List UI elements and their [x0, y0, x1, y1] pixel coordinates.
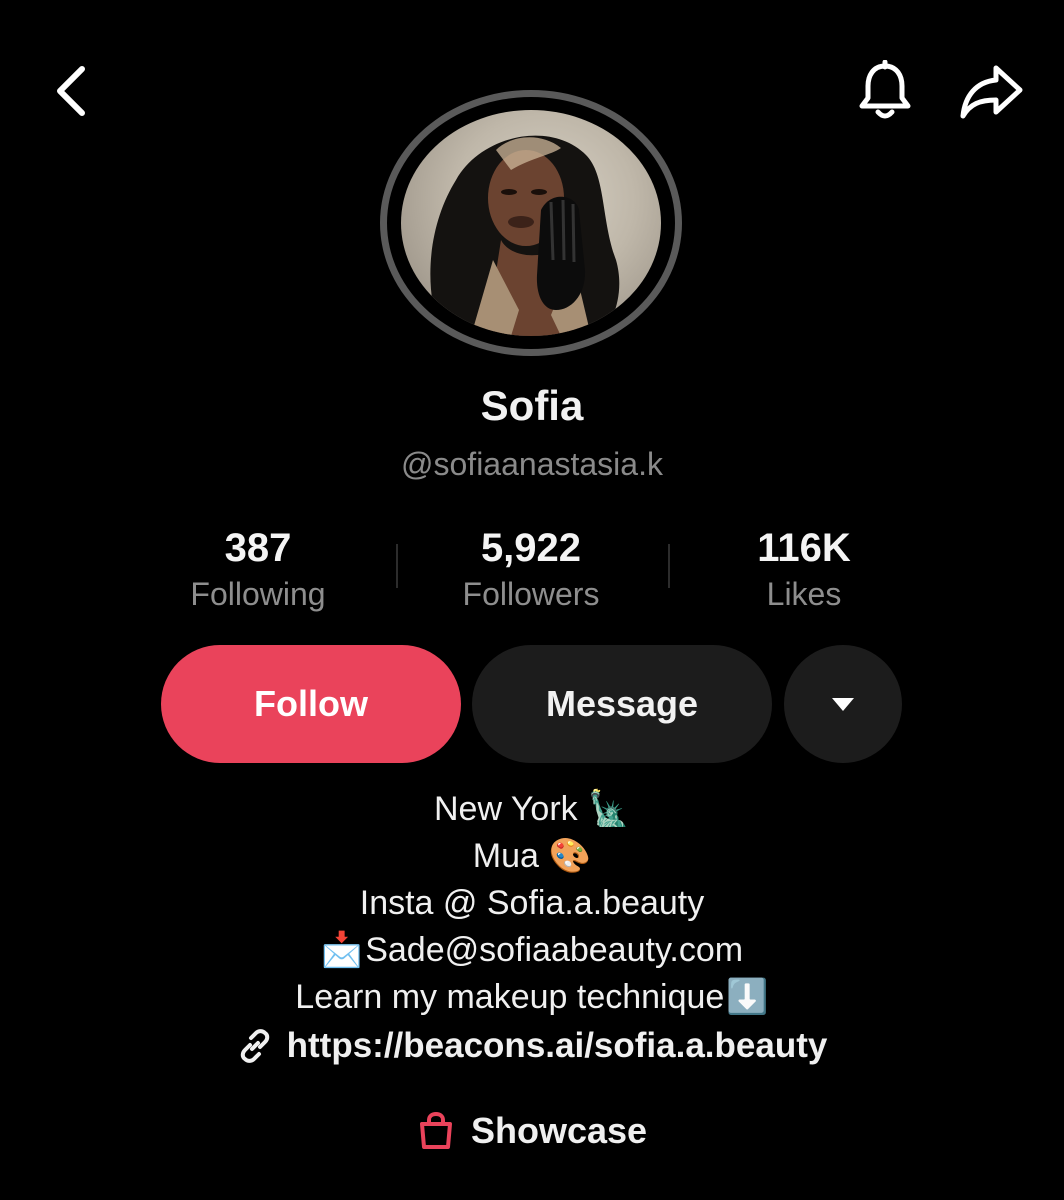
showcase-button[interactable]: Showcase [0, 1110, 1064, 1152]
back-button[interactable] [40, 56, 104, 126]
follow-button[interactable]: Follow [161, 645, 461, 763]
message-button[interactable]: Message [472, 645, 772, 763]
profile-page: Sofia @sofiaanastasia.k 387 Following 5,… [0, 0, 1064, 1200]
inbox-envelope-icon: 📩 [320, 930, 364, 970]
avatar-portrait-image [430, 135, 620, 336]
stat-divider [668, 544, 670, 588]
profile-bio: New York 🗽 Mua 🎨 Insta @ Sofia.a.beauty … [0, 786, 1064, 1021]
stat-following[interactable]: 387 Following [128, 524, 388, 616]
stat-followers-count: 5,922 [480, 526, 582, 570]
showcase-label: Showcase [470, 1110, 648, 1151]
avatar-photo [401, 110, 661, 336]
profile-link-url: https://beacons.ai/sofia.a.beauty [286, 1026, 828, 1065]
share-button[interactable] [952, 56, 1032, 128]
link-icon [240, 1029, 269, 1063]
stat-likes[interactable]: 116K Likes [674, 524, 934, 616]
profile-link[interactable]: https://beacons.ai/sofia.a.beauty [0, 1026, 1064, 1066]
notification-bell-button[interactable] [848, 56, 922, 128]
bio-occupation: Mua [472, 837, 539, 875]
stat-following-count: 387 [224, 526, 292, 570]
profile-handle: @sofiaanastasia.k [401, 446, 663, 482]
bio-line: New York 🗽 [0, 786, 1064, 833]
stat-followers[interactable]: 5,922 Followers [401, 524, 661, 616]
bio-location: New York [434, 790, 578, 828]
down-arrow-icon: ⬇️ [726, 977, 769, 1017]
stat-likes-label: Likes [766, 576, 842, 612]
bio-line: Learn my makeup technique ⬇️ [0, 974, 1064, 1021]
bio-line: Insta @ Sofia.a.beauty [0, 880, 1064, 927]
bio-instagram: Insta @ Sofia.a.beauty [359, 884, 705, 922]
bio-cta: Learn my makeup technique [295, 978, 725, 1016]
palette-icon: 🎨 [548, 836, 592, 876]
more-options-button[interactable] [784, 645, 902, 763]
chevron-left-icon [57, 66, 85, 116]
share-arrow-icon [960, 65, 1023, 119]
caret-down-icon [832, 698, 854, 711]
stat-divider [396, 544, 398, 588]
profile-name: Sofia [480, 382, 584, 429]
stat-followers-label: Followers [462, 576, 600, 612]
stat-likes-count: 116K [757, 526, 851, 570]
stat-following-label: Following [190, 576, 326, 612]
statue-of-liberty-icon: 🗽 [587, 789, 630, 829]
bell-icon [859, 60, 911, 119]
avatar[interactable] [378, 90, 686, 356]
bio-line: 📩 Sade@sofiaabeauty.com [0, 927, 1064, 974]
bio-email: Sade@sofiaabeauty.com [365, 931, 744, 969]
shopping-bag-icon [419, 1111, 452, 1149]
bio-line: Mua 🎨 [0, 833, 1064, 880]
